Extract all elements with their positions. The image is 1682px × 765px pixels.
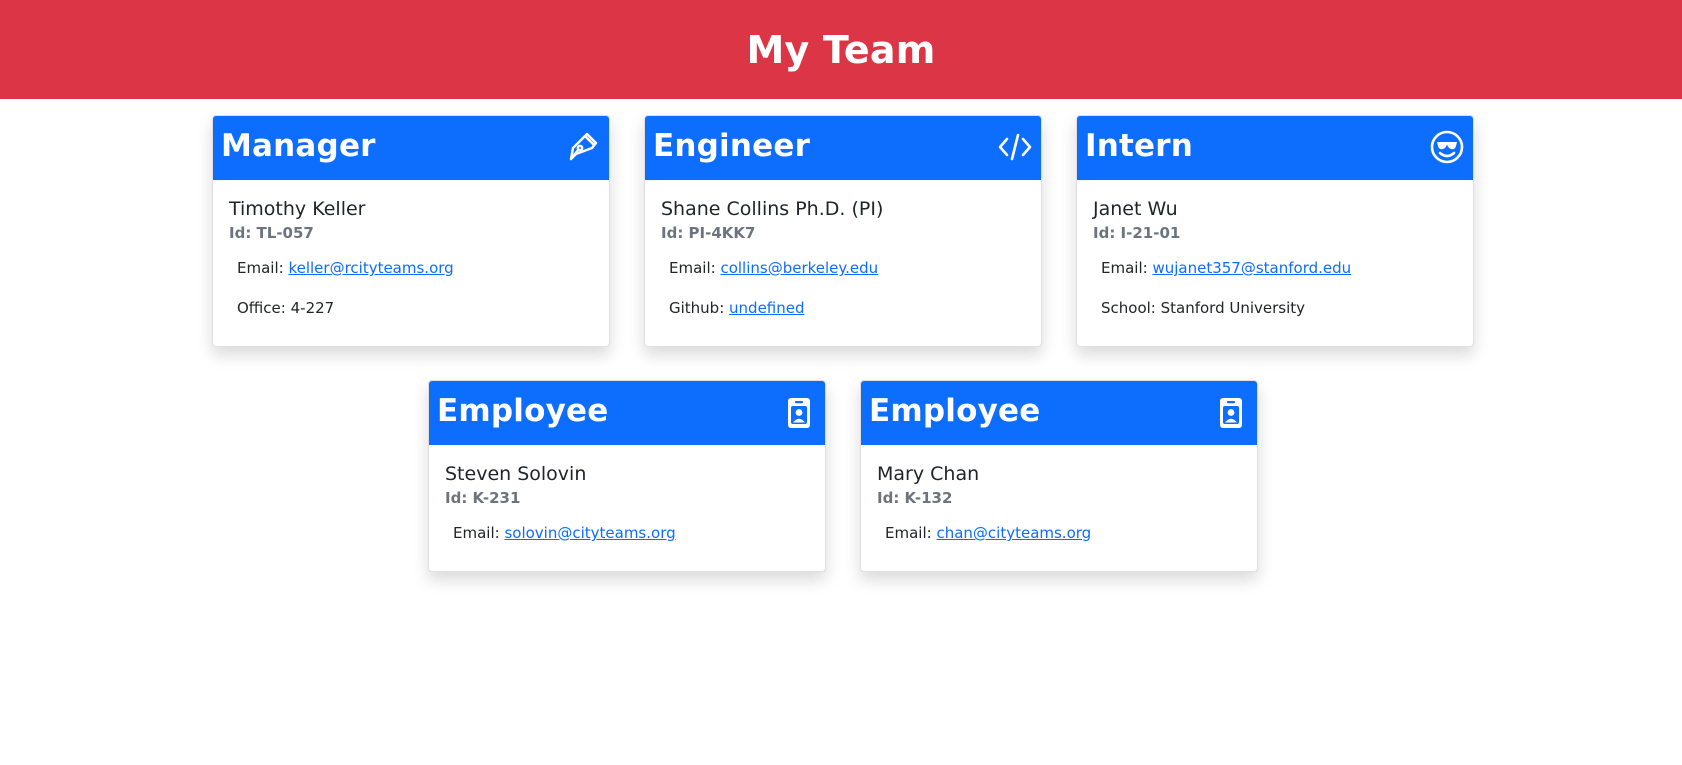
school-value: Stanford University [1160,299,1306,317]
email-link[interactable]: wujanet357@stanford.edu [1152,259,1351,277]
card-header: Manager [213,116,609,180]
employee-name: Janet Wu [1093,198,1178,220]
employee-name: Mary Chan [877,463,980,485]
manager-card: Manager Timothy Keller Id: TL-057 Email:… [212,115,610,347]
email-row: Email: collins@berkeley.edu [669,258,1025,298]
sunglasses-smiley-icon [1429,129,1465,165]
email-row: Email: keller@rcityteams.org [237,258,593,298]
email-label: Email: [237,259,289,277]
github-row: Github: undefined [669,298,1025,338]
code-icon [997,129,1033,165]
card-header: Employee [429,381,825,445]
school-label: School: [1101,299,1161,317]
school-row: School: Stanford University [1101,298,1457,338]
role-title: Intern [1085,128,1194,164]
role-title: Engineer [653,128,811,164]
team-cards: Manager Timothy Keller Id: TL-057 Email:… [0,99,1682,765]
email-row: Email: chan@cityteams.org [885,523,1241,563]
employee-card: Employee Mary Chan Id: K-132 Email: chan… [860,380,1258,572]
pen-icon [565,129,601,165]
email-row: Email: solovin@cityteams.org [453,523,809,563]
employee-card: Employee Steven Solovin Id: K-231 Email:… [428,380,826,572]
email-link[interactable]: keller@rcityteams.org [288,259,453,277]
employee-id: Id: K-132 [877,489,953,507]
email-label: Email: [669,259,721,277]
email-label: Email: [885,524,937,542]
office-value: 4-227 [290,299,335,317]
engineer-card: Engineer Shane Collins Ph.D. (PI) Id: PI… [644,115,1042,347]
page-header: My Team [0,0,1682,99]
office-row: Office: 4-227 [237,298,593,338]
employee-name: Shane Collins Ph.D. (PI) [661,198,884,220]
email-label: Email: [453,524,505,542]
id-badge-icon [781,394,817,430]
email-link[interactable]: chan@cityteams.org [936,524,1091,542]
github-label: Github: [669,299,730,317]
office-label: Office: [237,299,291,317]
id-badge-icon [1213,394,1249,430]
email-link[interactable]: collins@berkeley.edu [720,259,878,277]
card-header: Employee [861,381,1257,445]
employee-id: Id: PI-4KK7 [661,224,756,242]
email-label: Email: [1101,259,1153,277]
role-title: Employee [869,393,1041,429]
intern-card: Intern Janet Wu Id: I-21-01 Email: wujan… [1076,115,1474,347]
github-link[interactable]: undefined [729,299,804,317]
role-title: Employee [437,393,609,429]
role-title: Manager [221,128,376,164]
employee-id: Id: TL-057 [229,224,314,242]
employee-id: Id: I-21-01 [1093,224,1181,242]
email-link[interactable]: solovin@cityteams.org [504,524,675,542]
employee-name: Timothy Keller [229,198,366,220]
page-title: My Team [746,27,936,72]
card-header: Intern [1077,116,1473,180]
email-row: Email: wujanet357@stanford.edu [1101,258,1457,298]
employee-id: Id: K-231 [445,489,521,507]
employee-name: Steven Solovin [445,463,587,485]
card-header: Engineer [645,116,1041,180]
